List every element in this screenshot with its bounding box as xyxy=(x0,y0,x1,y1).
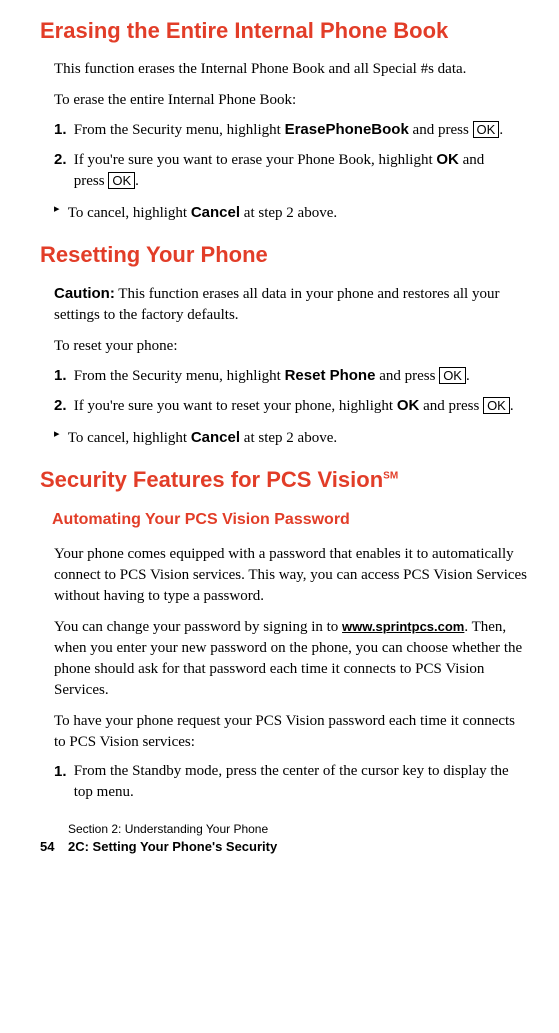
text: . xyxy=(510,398,514,414)
heading-security-features-pcs-vision: Security Features for PCS VisionSM xyxy=(40,465,529,496)
text: . xyxy=(135,173,139,189)
page-content: Erasing the Entire Internal Phone Book T… xyxy=(0,0,559,866)
step-text: If you're sure you want to reset your ph… xyxy=(74,395,514,417)
step-number: 1. xyxy=(54,761,70,782)
triangle-bullet-icon: ▸ xyxy=(54,202,64,217)
step-number: 2. xyxy=(54,149,70,170)
menu-item-erasephonebook: ErasePhoneBook xyxy=(285,121,409,138)
menu-item-reset-phone: Reset Phone xyxy=(285,367,376,384)
text: To cancel, highlight xyxy=(68,205,191,221)
text: If you're sure you want to reset your ph… xyxy=(74,398,397,414)
triangle-bullet-icon: ▸ xyxy=(54,427,64,442)
text: . xyxy=(466,368,470,384)
erase-cancel-note: ▸ To cancel, highlight Cancel at step 2 … xyxy=(54,202,529,224)
step-number: 1. xyxy=(54,119,70,140)
text: You can change your password by signing … xyxy=(54,619,342,635)
bullet-text: To cancel, highlight Cancel at step 2 ab… xyxy=(68,202,514,224)
subheading-automating-password: Automating Your PCS Vision Password xyxy=(52,509,529,531)
text: From the Security menu, highlight xyxy=(74,368,285,384)
step-number: 2. xyxy=(54,395,70,416)
keycap-ok: OK xyxy=(108,172,135,190)
footer-section-title: Section 2: Understanding Your Phone xyxy=(68,821,529,838)
option-ok: OK xyxy=(436,151,459,168)
text: and press xyxy=(409,122,473,138)
erase-intro: This function erases the Internal Phone … xyxy=(54,59,529,80)
option-cancel: Cancel xyxy=(191,204,240,221)
option-cancel: Cancel xyxy=(191,429,240,446)
option-ok: OK xyxy=(397,397,420,414)
step-text: From the Security menu, highlight EraseP… xyxy=(74,119,514,141)
page-footer: Section 2: Understanding Your Phone 542C… xyxy=(40,821,529,856)
caution-text: This function erases all data in your ph… xyxy=(54,286,499,323)
reset-howto: To reset your phone: xyxy=(54,336,529,357)
reset-caution: Caution: This function erases all data i… xyxy=(54,283,529,326)
url-sprintpcs: www.sprintpcs.com xyxy=(342,619,464,634)
text: at step 2 above. xyxy=(240,205,337,221)
reset-step-2: 2. If you're sure you want to reset your… xyxy=(54,395,529,417)
chapter-title: 2C: Setting Your Phone's Security xyxy=(68,839,277,854)
text: From the Security menu, highlight xyxy=(74,122,285,138)
erase-howto: To erase the entire Internal Phone Book: xyxy=(54,90,529,111)
erase-step-1: 1. From the Security menu, highlight Era… xyxy=(54,119,529,141)
keycap-ok: OK xyxy=(483,397,510,415)
vision-step-1: 1. From the Standby mode, press the cent… xyxy=(54,761,529,803)
text: . xyxy=(499,122,503,138)
keycap-ok: OK xyxy=(473,121,500,139)
reset-cancel-note: ▸ To cancel, highlight Cancel at step 2 … xyxy=(54,427,529,449)
step-text: If you're sure you want to erase your Ph… xyxy=(74,149,514,192)
keycap-ok: OK xyxy=(439,367,466,385)
vision-para-3: To have your phone request your PCS Visi… xyxy=(54,711,529,753)
footer-chapter-line: 542C: Setting Your Phone's Security xyxy=(40,838,529,856)
text: at step 2 above. xyxy=(240,430,337,446)
text: and press xyxy=(375,368,439,384)
page-number: 54 xyxy=(40,838,68,856)
step-text: From the Standby mode, press the center … xyxy=(74,761,514,803)
text: To cancel, highlight xyxy=(68,430,191,446)
heading-reset-phone: Resetting Your Phone xyxy=(40,240,529,271)
caution-label: Caution: xyxy=(54,285,115,302)
sm-mark: SM xyxy=(383,470,398,481)
vision-para-1: Your phone comes equipped with a passwor… xyxy=(54,544,529,607)
text: and press xyxy=(419,398,483,414)
step-number: 1. xyxy=(54,365,70,386)
text: If you're sure you want to erase your Ph… xyxy=(74,152,437,168)
step-text: From the Security menu, highlight Reset … xyxy=(74,365,514,387)
heading-text: Security Features for PCS Vision xyxy=(40,467,383,492)
bullet-text: To cancel, highlight Cancel at step 2 ab… xyxy=(68,427,514,449)
erase-step-2: 2. If you're sure you want to erase your… xyxy=(54,149,529,192)
heading-erase-phonebook: Erasing the Entire Internal Phone Book xyxy=(40,16,529,47)
vision-para-2: You can change your password by signing … xyxy=(54,617,529,701)
reset-step-1: 1. From the Security menu, highlight Res… xyxy=(54,365,529,387)
